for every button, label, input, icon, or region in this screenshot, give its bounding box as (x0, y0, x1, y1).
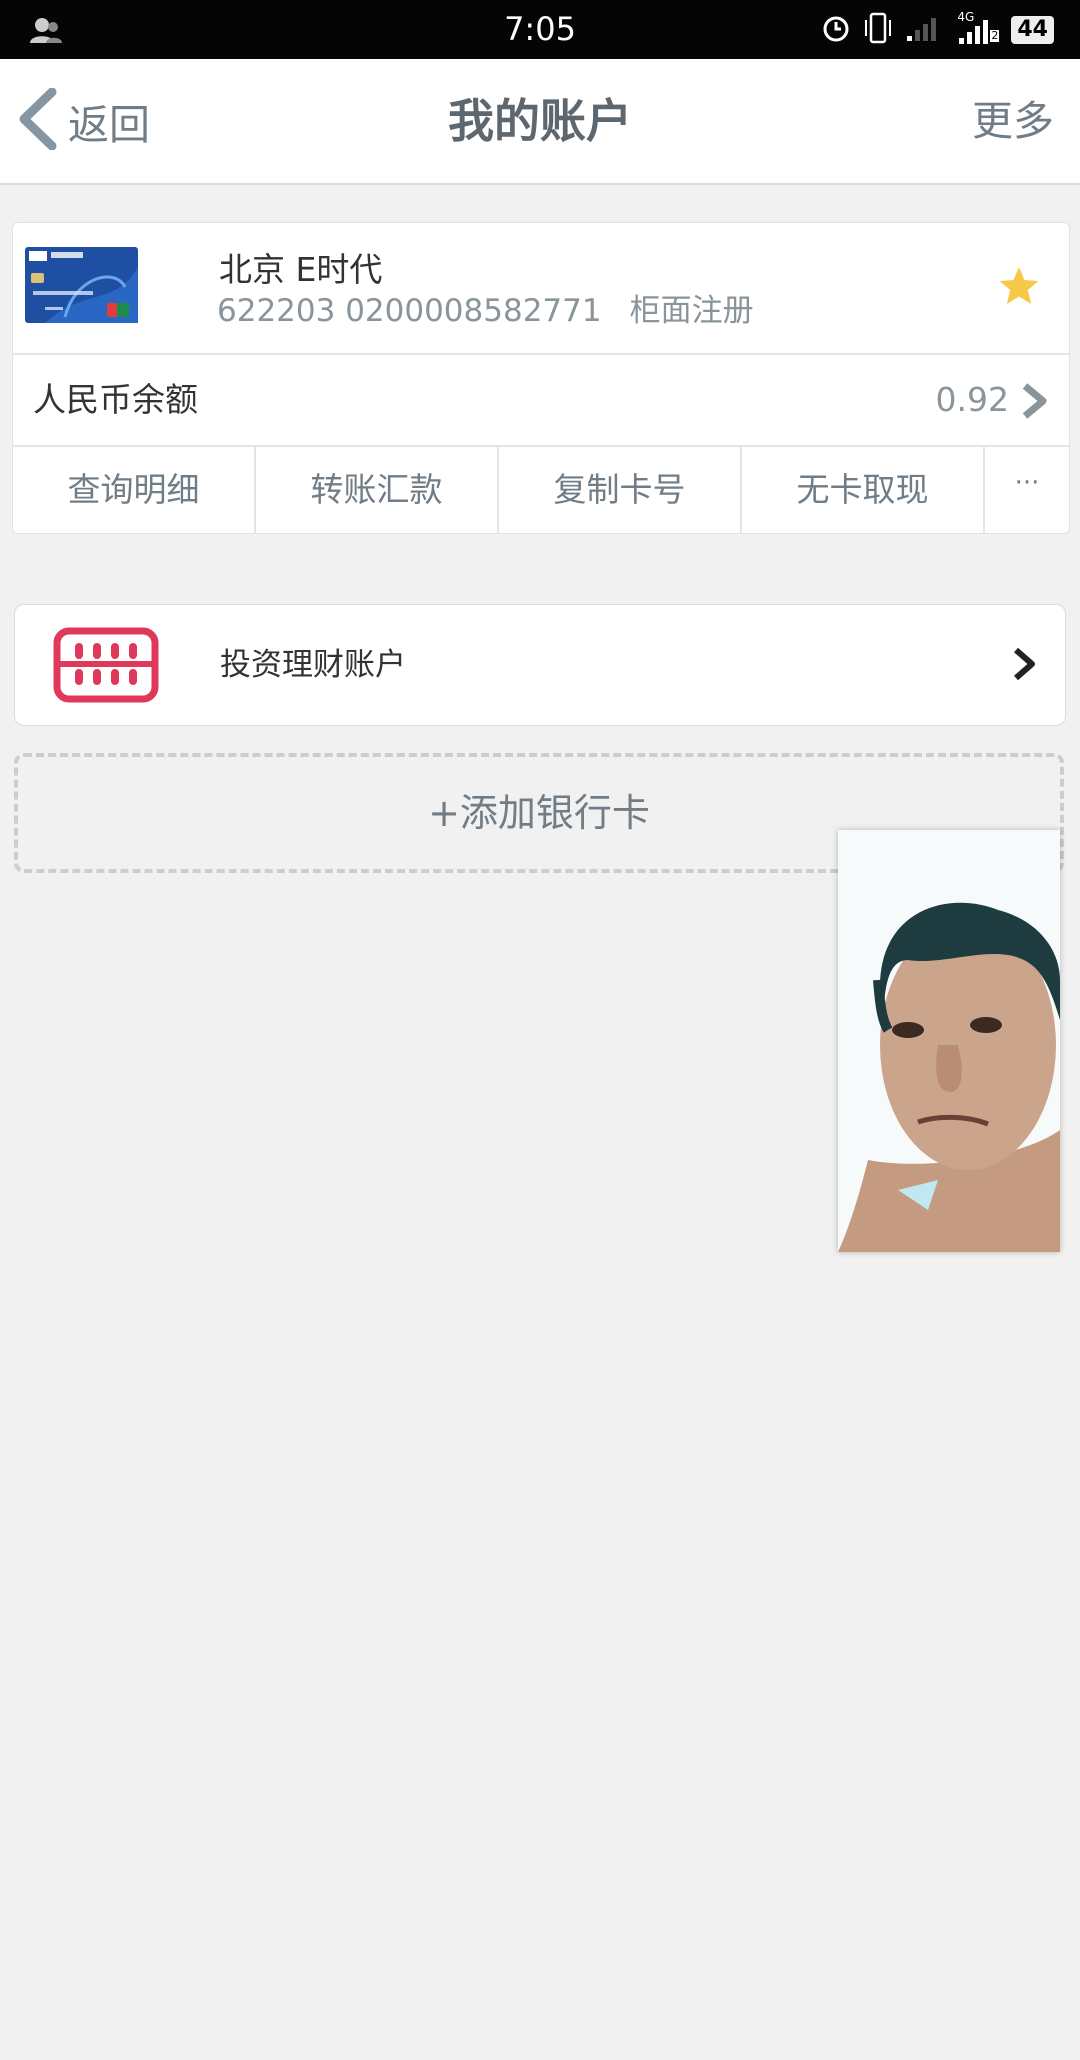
page-title: 我的账户 (448, 94, 632, 148)
balance-value: 0.92 (935, 380, 1009, 419)
status-bar: 7:05 4G 2 44 (0, 0, 1080, 59)
alarm-icon (821, 13, 851, 47)
copy-card-number-button[interactable]: 复制卡号 (499, 447, 742, 533)
signal-4g-icon: 4G 2 (957, 10, 1000, 44)
chevron-right-icon (1019, 383, 1049, 423)
card-summary[interactable]: 北京 E时代 622203 0200008582771 柜面注册 (13, 223, 1069, 355)
card-name: 北京 E时代 (219, 250, 383, 289)
cardless-withdrawal-button[interactable]: 无卡取现 (742, 447, 985, 533)
transfer-button[interactable]: 转账汇款 (256, 447, 499, 533)
abacus-icon (53, 627, 159, 707)
app-header: 返回 我的账户 更多 (0, 59, 1080, 185)
registration-type: 柜面注册 (629, 293, 754, 329)
investment-account-label: 投资理财账户 (220, 647, 406, 683)
balance-label: 人民币余额 (33, 380, 198, 419)
account-actions: 查询明细 转账汇款 复制卡号 无卡取现 ··· (13, 447, 1069, 533)
account-card: 北京 E时代 622203 0200008582771 柜面注册 人民币余额 0.… (12, 222, 1070, 534)
signal-icon (905, 14, 945, 46)
card-number-line: 622203 0200008582771 柜面注册 (217, 285, 754, 330)
status-icons: 4G 2 44 (821, 10, 1054, 48)
more-button[interactable]: 更多 (972, 59, 1054, 183)
balance-row[interactable]: 人民币余额 0.92 (13, 355, 1069, 447)
query-details-button[interactable]: 查询明细 (13, 447, 256, 533)
bank-card-image (25, 247, 138, 323)
floating-video-window[interactable] (838, 830, 1060, 1252)
star-icon[interactable] (997, 265, 1041, 311)
vibrate-icon (863, 12, 893, 48)
video-feed (838, 830, 1060, 1252)
battery-indicator: 44 (1011, 16, 1054, 44)
more-actions-button[interactable]: ··· (985, 447, 1069, 533)
chevron-right-icon (1011, 647, 1037, 685)
investment-account-row[interactable]: 投资理财账户 (14, 604, 1066, 726)
card-number: 622203 0200008582771 (217, 293, 602, 329)
